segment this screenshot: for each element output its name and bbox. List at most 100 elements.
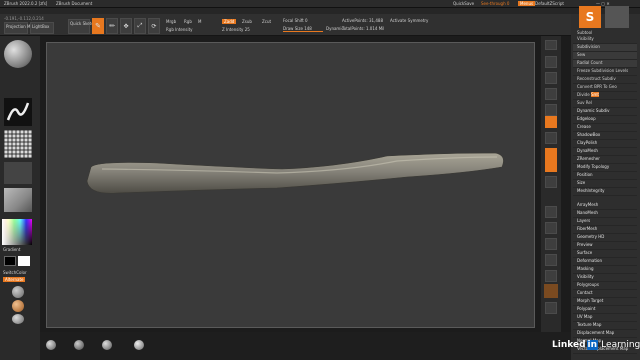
zoom-button[interactable] bbox=[545, 88, 557, 100]
document-canvas[interactable] bbox=[46, 42, 535, 328]
move-button[interactable]: ✥ bbox=[120, 18, 132, 34]
menus-button[interactable]: Menus bbox=[518, 1, 536, 6]
material-sphere-1[interactable] bbox=[12, 286, 24, 298]
scroll-button[interactable] bbox=[545, 72, 557, 84]
suv-toggle[interactable]: Suv bbox=[577, 100, 584, 105]
palette-item[interactable]: Polypaint bbox=[573, 306, 637, 314]
brush-standard-icon[interactable] bbox=[46, 340, 56, 350]
main-color-swatch[interactable] bbox=[4, 256, 16, 266]
palette-item[interactable]: Crease bbox=[573, 124, 637, 132]
transp-button[interactable] bbox=[544, 284, 558, 298]
focal-shift-slider[interactable]: Focal Shift 0 bbox=[283, 18, 308, 23]
switch-color-label[interactable]: SwitchColor bbox=[3, 270, 27, 275]
gradient-label[interactable]: Gradient bbox=[3, 247, 20, 252]
rotate-button[interactable]: ⟳ bbox=[148, 18, 160, 34]
quick-sketch-button[interactable]: Quick Sketch bbox=[68, 19, 96, 34]
zsub-button[interactable]: Zsub bbox=[242, 19, 252, 24]
palette-item[interactable]: NanoMesh bbox=[573, 210, 637, 218]
brush-move-icon[interactable] bbox=[74, 340, 84, 350]
floor-button[interactable] bbox=[545, 132, 557, 144]
palette-item[interactable]: Layers bbox=[573, 218, 637, 226]
palette-item[interactable]: Convert BPR To Geo bbox=[573, 84, 637, 92]
palette-item[interactable]: DynaMesh bbox=[573, 148, 637, 156]
palette-item[interactable]: Deformation bbox=[573, 258, 637, 266]
z-intensity-slider[interactable]: Z Intensity 25 bbox=[222, 27, 250, 32]
rgb-intensity-slider[interactable]: Rgb Intensity bbox=[166, 27, 193, 32]
zcut-button[interactable]: Zcut bbox=[262, 19, 271, 24]
subtool-title[interactable]: Subtool bbox=[577, 30, 592, 35]
material-thumbnail[interactable] bbox=[4, 188, 32, 212]
linefill-button[interactable] bbox=[545, 254, 557, 266]
palette-item[interactable]: ZRemesher bbox=[573, 156, 637, 164]
palette-item[interactable]: ClayPolish bbox=[573, 140, 637, 148]
mrgb-button[interactable]: Mrgb bbox=[166, 19, 176, 24]
palette-item[interactable]: Visibility bbox=[573, 36, 637, 44]
palette-item[interactable]: Dynamic Subdiv bbox=[573, 108, 637, 116]
spix-button[interactable] bbox=[545, 56, 557, 68]
bpr-button[interactable] bbox=[545, 40, 557, 50]
secondary-color-swatch[interactable] bbox=[18, 256, 30, 266]
palette-item[interactable]: Morph Target bbox=[573, 298, 637, 306]
scale-button[interactable]: ⤢ bbox=[134, 18, 146, 34]
edit-button[interactable]: ✎ bbox=[92, 18, 104, 34]
palette-item[interactable]: Surface bbox=[573, 250, 637, 258]
brush-clay-icon[interactable] bbox=[102, 340, 112, 350]
activate-symmetry-button[interactable]: Activate Symmetry bbox=[390, 18, 428, 23]
zadd-button[interactable]: Zadd bbox=[222, 19, 237, 24]
rel-toggle[interactable]: Rel bbox=[586, 100, 592, 105]
frame-button[interactable] bbox=[545, 176, 557, 188]
texture-thumbnail[interactable] bbox=[4, 162, 32, 184]
projection-master-button[interactable]: Projection Master bbox=[4, 22, 41, 34]
m-button[interactable]: M bbox=[198, 19, 201, 24]
stroke-thumbnail[interactable] bbox=[4, 98, 32, 126]
palette-item[interactable]: Edgeloop bbox=[573, 116, 637, 124]
palette-item[interactable]: Reconstruct Subdiv bbox=[573, 76, 637, 84]
palette-item[interactable]: UV Map bbox=[573, 314, 637, 322]
palette-item[interactable]: Size bbox=[573, 180, 637, 188]
palette-item[interactable]: Sew bbox=[573, 52, 637, 60]
draw-button[interactable]: ✏ bbox=[106, 18, 118, 34]
xyz-button[interactable] bbox=[545, 160, 557, 172]
default-zscript-button[interactable]: DefaultZScript bbox=[535, 1, 564, 6]
brush-smooth-icon[interactable] bbox=[134, 340, 144, 350]
palette-item[interactable]: Contact bbox=[573, 290, 637, 298]
palette-item[interactable]: Texture Map bbox=[573, 322, 637, 330]
smt-toggle[interactable]: Smt bbox=[590, 92, 599, 97]
dynamic-button[interactable]: Dynamic bbox=[326, 26, 344, 31]
palette-item[interactable]: ArrayMesh bbox=[573, 202, 637, 210]
brush-thumbnail[interactable] bbox=[4, 40, 32, 68]
palette-item[interactable]: MeshIntegrity bbox=[573, 188, 637, 196]
polyf-button[interactable] bbox=[545, 270, 557, 282]
palette-item[interactable]: Masking bbox=[573, 266, 637, 274]
local-button[interactable] bbox=[545, 148, 557, 160]
palette-item[interactable]: ShadowBox bbox=[573, 132, 637, 140]
solo-button[interactable] bbox=[545, 302, 557, 314]
see-through-slider[interactable]: See-through 0 bbox=[481, 1, 509, 6]
actual-button[interactable] bbox=[545, 104, 557, 116]
rgb-button[interactable]: Rgb bbox=[184, 19, 192, 24]
quicksave-button[interactable]: QuickSave bbox=[453, 1, 474, 6]
palette-item[interactable]: Geometry HD bbox=[573, 234, 637, 242]
palette-item[interactable]: Suv Rel bbox=[573, 100, 637, 108]
tool-thumbnail-icon[interactable]: S bbox=[579, 6, 601, 28]
palette-item[interactable]: Displacement Map bbox=[573, 330, 637, 338]
palette-item[interactable]: Freeze Subdivision Levels bbox=[573, 68, 637, 76]
palette-item[interactable]: Radial Count bbox=[573, 60, 637, 68]
lightbox-button[interactable]: LightBox bbox=[30, 22, 54, 34]
palette-item[interactable]: Divide Smt bbox=[573, 92, 637, 100]
persp-button[interactable] bbox=[545, 116, 557, 128]
rotate3d-button[interactable] bbox=[545, 238, 557, 250]
alpha-thumbnail[interactable] bbox=[4, 130, 32, 158]
material-sphere-2[interactable] bbox=[12, 300, 24, 312]
palette-item[interactable]: Polygroups bbox=[573, 282, 637, 290]
tool-thumbnail-2[interactable] bbox=[605, 6, 629, 28]
palette-item[interactable]: Preview bbox=[573, 242, 637, 250]
move-view-button[interactable] bbox=[545, 206, 557, 218]
zoom3d-button[interactable] bbox=[545, 222, 557, 234]
alternate-button[interactable]: Alternate bbox=[3, 277, 26, 282]
palette-item[interactable]: FiberMesh bbox=[573, 226, 637, 234]
palette-item[interactable]: Modify Topology bbox=[573, 164, 637, 172]
color-picker[interactable] bbox=[2, 219, 32, 245]
material-sphere-3[interactable] bbox=[12, 314, 24, 324]
palette-item[interactable]: Position bbox=[573, 172, 637, 180]
